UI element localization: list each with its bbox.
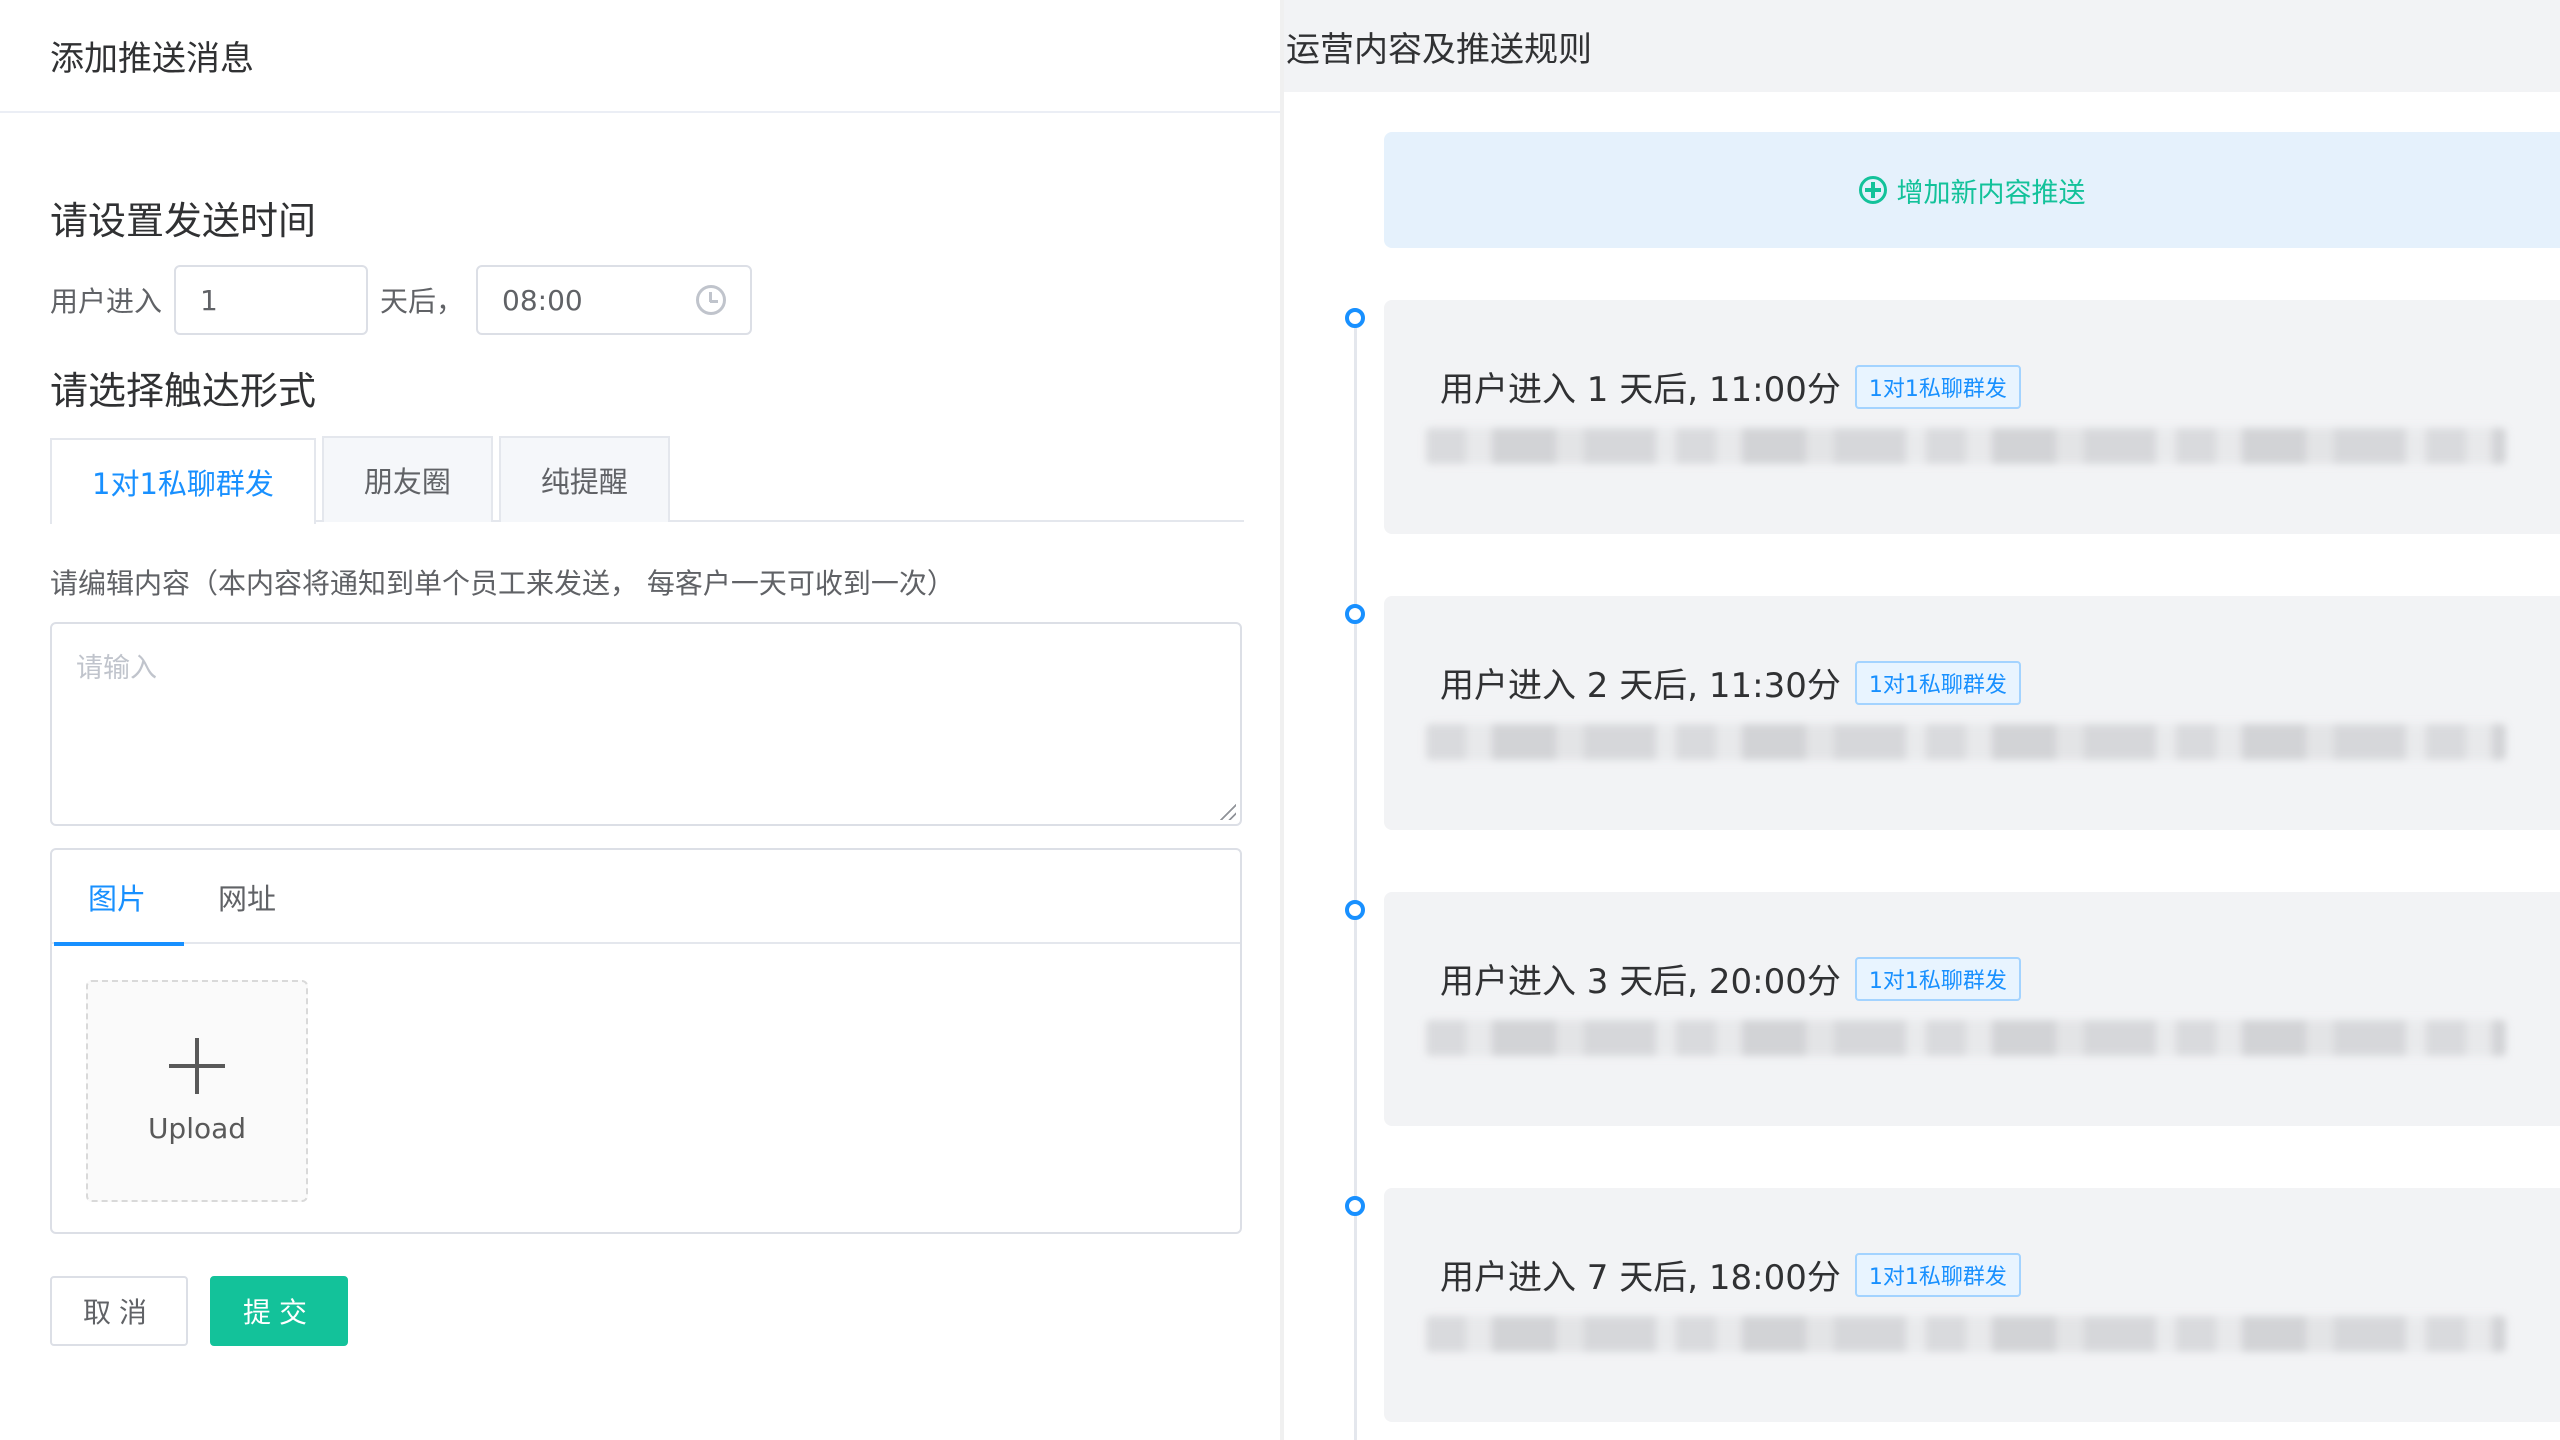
rule-title-row: 用户进入 3 天后, 20:00分 1对1私聊群发 <box>1440 954 2021 1003</box>
rule-content-blurred <box>1426 428 2506 464</box>
timeline-dot <box>1345 1196 1365 1216</box>
rule-card[interactable]: 用户进入 2 天后, 11:30分 1对1私聊群发 <box>1384 596 2560 830</box>
rule-type-tag: 1对1私聊群发 <box>1854 364 2021 409</box>
rules-body: 增加新内容推送 用户进入 1 天后, 11:00分 1对1私聊群发 用户进入 2… <box>1284 92 2560 1440</box>
content-placeholder: 请输入 <box>76 653 157 684</box>
tab-url[interactable]: 网址 <box>218 850 348 944</box>
time-value: 08:00 <box>502 283 583 317</box>
add-circle-icon <box>1858 176 1887 204</box>
rule-title-row: 用户进入 7 天后, 18:00分 1对1私聊群发 <box>1440 1250 2021 1299</box>
rule-type-tag: 1对1私聊群发 <box>1854 660 2021 705</box>
media-panel: 图片 网址 Upload <box>50 848 1242 1234</box>
rule-title-row: 用户进入 2 天后, 11:30分 1对1私聊群发 <box>1440 658 2021 707</box>
tab-private-chat[interactable]: 1对1私聊群发 <box>50 438 316 524</box>
add-content-label: 增加新内容推送 <box>1896 177 2086 209</box>
tab-image[interactable]: 图片 <box>54 850 218 946</box>
upload-button[interactable]: Upload <box>86 980 308 1202</box>
days-input[interactable]: 1 <box>174 265 369 335</box>
touch-form-title: 请选择触达形式 <box>50 369 317 413</box>
panel-title: 添加推送消息 <box>0 0 1280 113</box>
upload-label: Upload <box>147 1111 247 1145</box>
rule-card[interactable]: 用户进入 3 天后, 20:00分 1对1私聊群发 <box>1384 892 2560 1126</box>
rule-type-tag: 1对1私聊群发 <box>1854 956 2021 1001</box>
rule-title-row: 用户进入 1 天后, 11:00分 1对1私聊群发 <box>1440 362 2021 411</box>
submit-button[interactable]: 提交 <box>210 1276 348 1346</box>
rule-card[interactable]: 用户进入 1 天后, 11:00分 1对1私聊群发 <box>1384 300 2560 534</box>
resize-handle-icon[interactable] <box>1218 802 1236 820</box>
days-after-label: 天后， <box>380 285 465 318</box>
timeline-line <box>1354 317 1357 1440</box>
content-hint: 请编辑内容（本内容将通知到单个员工来发送， 每客户一天可收到一次） <box>50 567 955 600</box>
add-content-button[interactable]: 增加新内容推送 <box>1384 132 2560 248</box>
rule-content-blurred <box>1426 1316 2506 1352</box>
add-push-panel: 添加推送消息 请设置发送时间 用户进入 1 天后， 08:00 请选择触达形式 … <box>0 0 1280 1440</box>
media-tabs: 图片 网址 <box>52 850 1240 946</box>
rule-content-blurred <box>1426 1020 2506 1056</box>
tab-moments[interactable]: 朋友圈 <box>321 436 493 522</box>
timeline-dot <box>1345 604 1365 624</box>
rule-title: 用户进入 2 天后, 11:30分 <box>1440 666 1841 706</box>
send-time-title: 请设置发送时间 <box>50 199 317 243</box>
content-textarea[interactable]: 请输入 <box>50 622 1242 826</box>
timeline-dot <box>1345 900 1365 920</box>
rules-panel: 运营内容及推送规则 增加新内容推送 用户进入 1 天后, 11:00分 1对1私… <box>1284 0 2560 1440</box>
rule-card[interactable]: 用户进入 7 天后, 18:00分 1对1私聊群发 <box>1384 1188 2560 1422</box>
cancel-button[interactable]: 取消 <box>50 1276 188 1346</box>
send-time-row: 用户进入 1 天后， 08:00 <box>50 265 753 335</box>
rules-title: 运营内容及推送规则 <box>1284 0 2560 92</box>
rule-title: 用户进入 3 天后, 20:00分 <box>1440 962 1841 1002</box>
timeline-dot <box>1345 308 1365 328</box>
rule-content-blurred <box>1426 724 2506 760</box>
plus-icon <box>169 1037 225 1094</box>
touch-form-tabs: 1对1私聊群发 朋友圈 纯提醒 <box>50 436 1244 524</box>
rule-type-tag: 1对1私聊群发 <box>1854 1252 2021 1297</box>
clock-icon <box>696 285 727 315</box>
rule-title: 用户进入 1 天后, 11:00分 <box>1440 370 1841 410</box>
tab-reminder[interactable]: 纯提醒 <box>498 436 670 522</box>
rule-title: 用户进入 7 天后, 18:00分 <box>1440 1258 1841 1298</box>
time-picker[interactable]: 08:00 <box>476 265 753 335</box>
user-enter-label: 用户进入 <box>50 285 163 318</box>
